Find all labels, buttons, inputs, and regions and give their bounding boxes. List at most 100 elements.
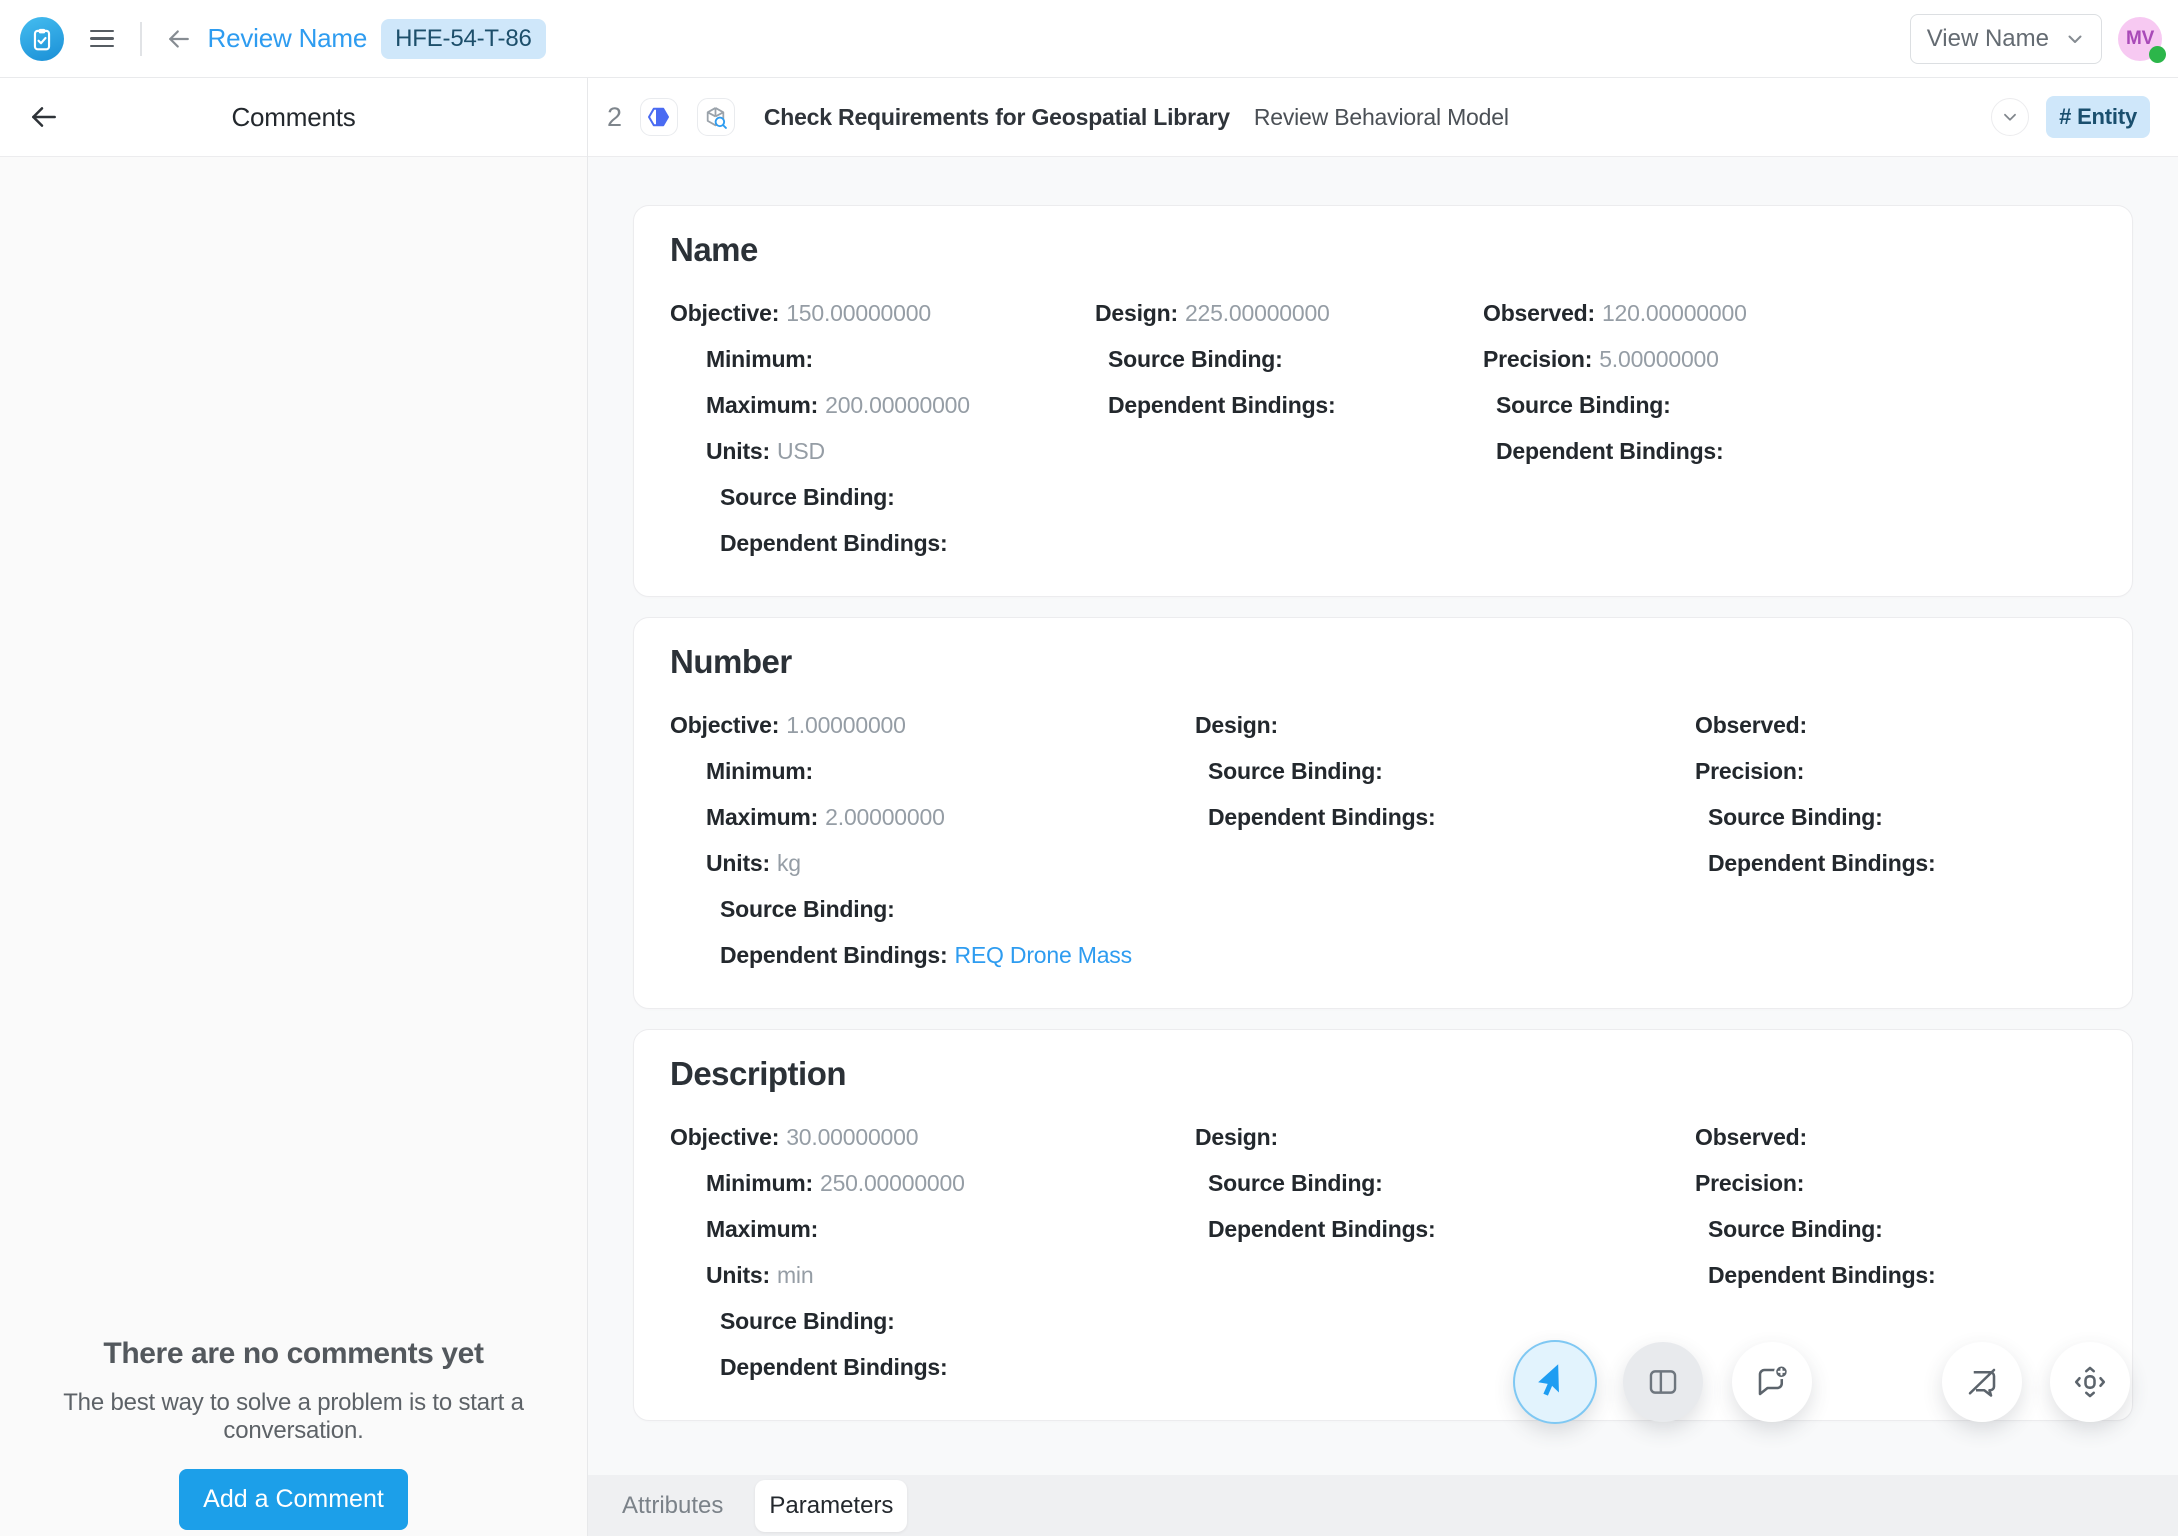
param-label: Units: [706,438,770,464]
pan-move-button[interactable] [2050,1342,2130,1422]
param-value: 1.00000000 [786,712,906,738]
footer-tabbar: Attributes Parameters [588,1475,2178,1536]
param-label: Observed: [1695,1124,1807,1150]
param-row: Units:min [670,1252,1195,1298]
param-label: Dependent Bindings: [1708,1262,1935,1288]
parameter-card-title: Number [670,644,2096,680]
param-row: Precision: [1695,748,2096,794]
param-label: Dependent Bindings: [720,942,947,968]
entity-header: 2 [588,78,2178,157]
param-label: Objective: [670,712,779,738]
split-panel-button[interactable] [1623,1342,1703,1422]
avatar-initials: MV [2126,28,2154,50]
back-arrow-icon[interactable] [160,20,198,58]
entity-count: 2 [607,102,622,133]
param-row: Observed:120.00000000 [1483,290,2096,336]
param-value: 5.00000000 [1599,346,1719,372]
param-row: Maximum: 2.00000000 [670,794,1195,840]
entity-type-badge: # Entity [2046,96,2150,138]
comments-sidebar: Comments There are no comments yet The b… [0,78,588,1536]
review-name-link[interactable]: Review Name [208,23,368,54]
param-column: Observed:Precision:Source Binding:Depend… [1695,702,2096,978]
model-inspect-button[interactable] [697,98,735,136]
avatar[interactable]: MV [2118,17,2162,61]
sidebar-back-arrow-icon[interactable] [24,97,64,137]
chevron-down-icon [2063,27,2087,51]
comments-empty-state: There are no comments yet The best way t… [0,1337,587,1530]
param-label: Source Binding: [1108,346,1283,372]
param-row: Design: [1195,702,1695,748]
parameters-scroll-area[interactable]: Name Objective:150.00000000Minimum:Maxim… [588,157,2178,1475]
param-label: Maximum: [706,804,818,830]
param-label: Units: [706,1262,770,1288]
param-label: Maximum: [706,1216,818,1242]
param-label: Source Binding: [1208,1170,1383,1196]
param-column: Objective:150.00000000Minimum:Maximum:20… [670,290,1095,566]
param-label: Source Binding: [1208,758,1383,784]
param-label: Design: [1095,300,1178,326]
param-row: Source Binding: [1695,794,2096,840]
topbar-divider [140,22,142,56]
param-row: Units:kg [670,840,1195,886]
entity-header-right: # Entity [1991,96,2150,138]
param-row: Dependent Bindings: [1695,840,2096,886]
param-column: Objective:30.00000000Minimum:250.0000000… [670,1114,1195,1390]
comments-off-icon [1964,1364,2000,1400]
cube-search-icon [703,105,728,130]
online-status-dot [2149,46,2166,63]
param-label: Dependent Bindings: [1208,1216,1435,1242]
parameter-card-grid: Objective: 1.00000000 Minimum: Maximum: 2.00… [670,702,2096,978]
hamburger-menu-icon[interactable] [86,26,118,52]
param-row: Objective:30.00000000 [670,1114,1195,1160]
empty-state-title: There are no comments yet [0,1337,587,1371]
param-column: Objective: 1.00000000 Minimum: Maximum: 2.00… [670,702,1195,978]
param-row: Design: [1195,1114,1695,1160]
comments-sidebar-body: There are no comments yet The best way t… [0,157,587,1536]
param-row: Dependent Bindings: [1195,794,1695,840]
add-comment-tool-button[interactable] [1732,1342,1812,1422]
param-label: Observed: [1483,300,1595,326]
empty-state-subtitle: The best way to solve a problem is to st… [0,1389,587,1445]
param-row: Precision: [1695,1160,2096,1206]
entity-title: Check Requirements for Geospatial Librar… [764,104,1230,131]
param-label: Objective: [670,300,779,326]
param-row: Minimum: [670,748,1195,794]
hide-comments-button[interactable] [1942,1342,2022,1422]
param-column: Design: Source Binding: Dependent Bindings… [1195,1114,1695,1390]
comments-panel-title: Comments [0,102,587,133]
dependent-binding-link[interactable]: REQ Drone Mass [954,942,1131,968]
add-comment-button[interactable]: Add a Comment [179,1469,408,1530]
pointer-cursor-icon [1536,1363,1574,1401]
param-label: Source Binding: [720,896,895,922]
param-label: Maximum: [706,392,818,418]
param-column: Design: Source Binding: Dependent Bindings… [1195,702,1695,978]
param-row: Units:USD [670,428,1095,474]
param-label: Source Binding: [1708,804,1883,830]
param-value: 30.00000000 [786,1124,918,1150]
param-label: Dependent Bindings: [720,530,947,556]
collapse-chevron-button[interactable] [1991,98,2029,136]
select-tool-button[interactable] [1513,1340,1597,1424]
behavior-model-button[interactable] [640,98,678,136]
parameter-card-grid: Objective:150.00000000Minimum:Maximum:20… [670,290,2096,566]
tab-attributes[interactable]: Attributes [612,1482,733,1530]
param-row: Dependent Bindings: [1483,428,2096,474]
param-row: Observed: [1695,1114,2096,1160]
entity-subtitle: Review Behavioral Model [1254,104,1509,131]
app-logo[interactable] [20,17,64,61]
param-value: 2.00000000 [825,804,945,830]
param-value: 200.00000000 [825,392,970,418]
topbar-right: View Name MV [1910,14,2162,64]
add-comment-icon [1754,1364,1790,1400]
parameter-card-title: Name [670,232,2096,268]
param-value: 250.00000000 [820,1170,965,1196]
param-row: Maximum: 200.00000000 [670,382,1095,428]
view-name-dropdown[interactable]: View Name [1910,14,2102,64]
hexagon-model-icon [646,105,671,129]
param-row: Source Binding: [1483,382,2096,428]
param-label: Minimum: [706,758,813,784]
tab-parameters[interactable]: Parameters [755,1480,907,1532]
param-label: Source Binding: [720,1308,895,1334]
param-row: Minimum:250.00000000 [670,1160,1195,1206]
split-panel-icon [1646,1365,1680,1399]
